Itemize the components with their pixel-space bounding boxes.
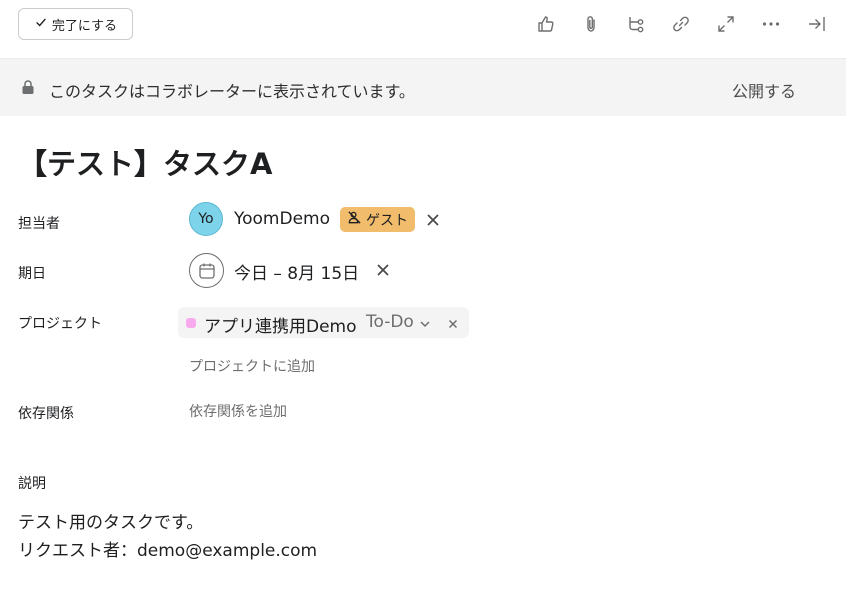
add-to-project-link[interactable]: プロジェクトに追加 [189, 356, 315, 376]
subtask-icon[interactable] [624, 12, 648, 36]
assignee-name[interactable]: YoomDemo [234, 209, 330, 229]
more-icon[interactable] [759, 12, 783, 36]
project-color-dot [186, 318, 196, 328]
dependencies-label: 依存関係 [18, 406, 74, 422]
mark-complete-label: 完了にする [51, 18, 118, 34]
task-toolbar: 完了にする [0, 0, 846, 58]
due-date-label: 期日 [18, 266, 46, 282]
description-line-1: テスト用のタスクです。 [18, 513, 204, 533]
description-line-2: リクエスト者：demo@example.com [18, 541, 318, 561]
remove-assignee-icon[interactable] [425, 212, 441, 228]
description-text[interactable]: テスト用のタスクです。 リクエスト者：demo@example.com [18, 509, 317, 565]
lock-icon [20, 79, 36, 95]
project-name[interactable]: アプリ連携用Demo [204, 312, 357, 337]
description-label: 説明 [18, 476, 46, 492]
chevron-down-icon[interactable] [418, 316, 432, 330]
project-section-status[interactable]: To-Do [366, 312, 414, 332]
checkmark-icon [34, 15, 48, 33]
guest-badge: ゲスト [340, 207, 415, 232]
task-title[interactable]: 【テスト】タスクA [18, 141, 272, 183]
expand-icon[interactable] [714, 12, 738, 36]
project-label: プロジェクト [18, 316, 102, 332]
due-date-value[interactable]: 今日 – 8月 15日 [234, 259, 359, 284]
guest-icon [347, 210, 362, 229]
clear-due-date-icon[interactable] [375, 262, 391, 278]
remove-project-icon[interactable] [446, 316, 460, 330]
assignee-label: 担当者 [18, 216, 60, 232]
project-chip[interactable]: アプリ連携用Demo To-Do [178, 307, 469, 338]
close-panel-icon[interactable] [805, 12, 829, 36]
attachment-icon[interactable] [579, 12, 603, 36]
guest-badge-label: ゲスト [366, 212, 408, 229]
avatar[interactable]: Yo [189, 202, 223, 236]
make-public-button[interactable]: 公開する [732, 78, 796, 102]
visibility-notice-bar: このタスクはコラボレーターに表示されています。 公開する [0, 58, 846, 116]
link-icon[interactable] [669, 12, 693, 36]
calendar-icon[interactable] [189, 253, 224, 288]
add-dependency-link[interactable]: 依存関係を追加 [189, 401, 287, 421]
visibility-message: このタスクはコラボレーターに表示されています。 [49, 82, 415, 101]
like-icon[interactable] [534, 12, 558, 36]
mark-complete-button[interactable]: 完了にする [18, 8, 133, 40]
